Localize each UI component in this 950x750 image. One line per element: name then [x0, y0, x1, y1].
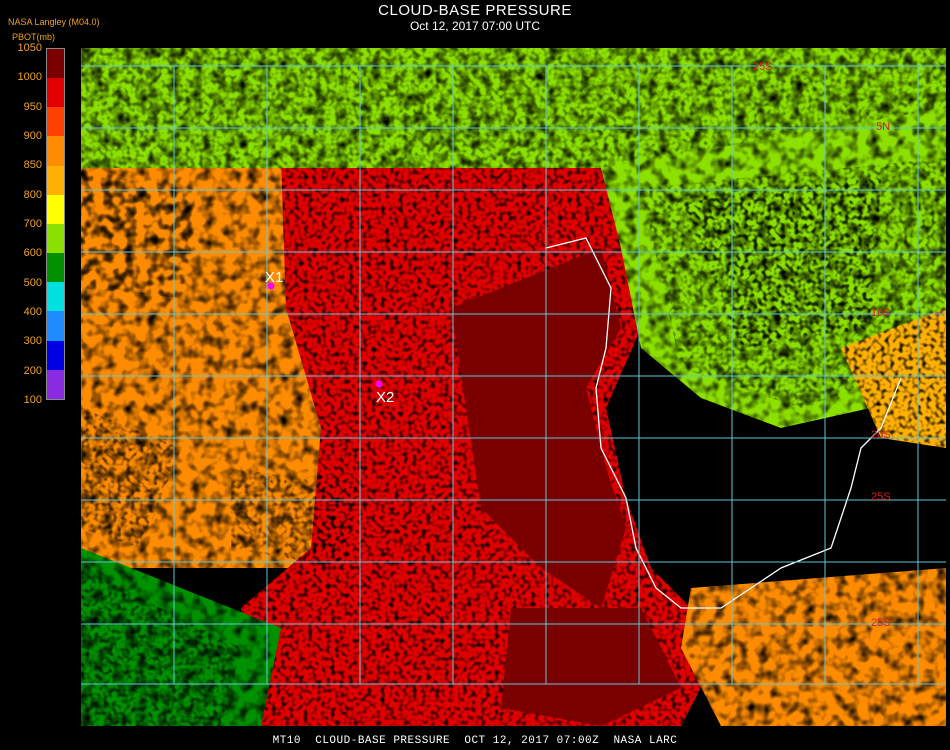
colorbar-tick-label: 200: [23, 364, 42, 377]
grid-label: 25S: [871, 491, 891, 503]
marker-x2-dot: [375, 380, 383, 388]
colorbar-segment: [47, 253, 64, 283]
colorbar-segment: [47, 311, 64, 341]
colorbar-tick-label: 300: [23, 335, 42, 348]
grid-label: 25S: [871, 617, 891, 629]
colorbar-segment: [47, 223, 64, 254]
satellite-map: 25S 5N 10S 20S 25S 25S X1 X2: [81, 48, 946, 726]
grid-label: 25S: [753, 61, 773, 73]
colorbar-segment: [47, 369, 64, 399]
grid-label: 20S: [871, 429, 891, 441]
grid-label: 10S: [871, 307, 891, 319]
map-title: CLOUD-BASE PRESSURE: [378, 2, 572, 19]
colorbar-tick-label: 1050: [17, 42, 42, 54]
colorbar-tick-label: 850: [23, 159, 42, 172]
colorbar-tick-label: 500: [23, 276, 42, 289]
footer-caption: MT10 CLOUD-BASE PRESSURE OCT 12, 2017 07…: [272, 735, 678, 747]
colorbar-segment: [47, 136, 64, 166]
marker-x1-label: X1: [265, 269, 283, 286]
credit-label: NASA Langley (M04.0): [8, 17, 100, 27]
marker-x2-label: X2: [376, 389, 394, 406]
colorbar-segment: [47, 107, 64, 137]
units-label: PBOT(mb): [12, 32, 56, 42]
colorbar-segment: [47, 340, 64, 370]
grid-label: 5N: [876, 121, 890, 133]
colorbar-segment: [47, 49, 64, 79]
colorbar-segment: [47, 78, 64, 108]
colorbar-tick-label: 900: [23, 130, 42, 142]
colorbar-tick-label: 950: [23, 100, 42, 113]
colorbar-tick-label: 100: [23, 394, 42, 406]
clear-land-region: [626, 388, 871, 608]
colorbar: [46, 48, 65, 400]
colorbar-tick-label: 1000: [17, 71, 42, 84]
colorbar-segment: [47, 194, 64, 224]
colorbar-tick-label: 400: [23, 306, 42, 318]
colorbar-tick-label: 600: [23, 247, 42, 260]
map-canvas: 25S 5N 10S 20S 25S 25S X1 X2: [81, 48, 946, 726]
colorbar-segment: [47, 165, 64, 195]
map-subtitle: Oct 12, 2017 07:00 UTC: [409, 19, 541, 33]
colorbar-segment: [47, 282, 64, 312]
colorbar-tick-label: 800: [23, 188, 42, 201]
colorbar-tick-label: 700: [23, 218, 42, 230]
